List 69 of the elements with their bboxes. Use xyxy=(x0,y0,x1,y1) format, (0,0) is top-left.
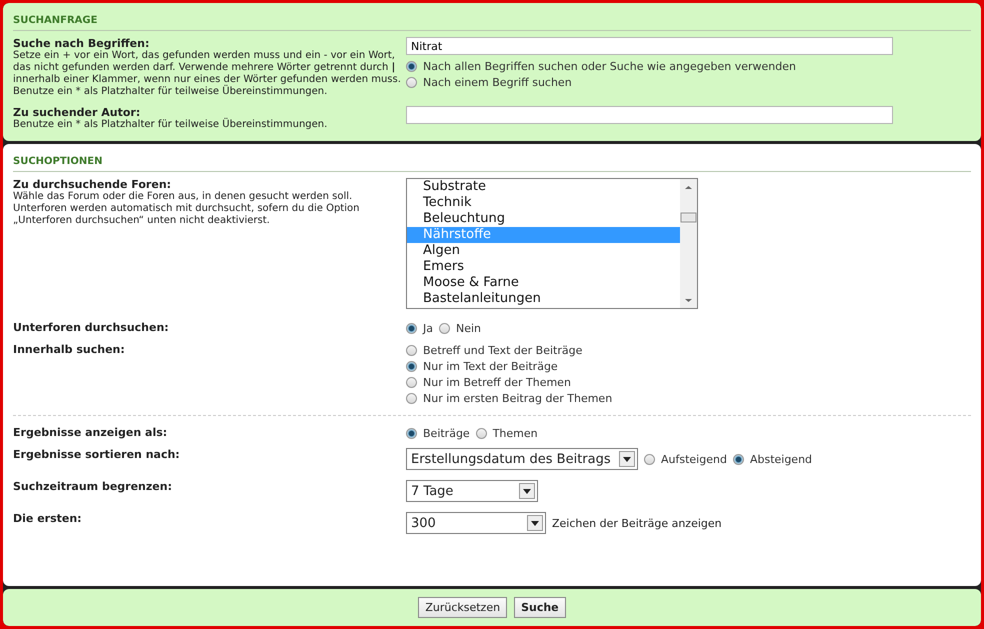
field-label: Ergebnisse anzeigen als: xyxy=(13,426,168,439)
field-label: Suchzeitraum begrenzen: xyxy=(13,480,173,493)
dropdown[interactable]: 7 Tage xyxy=(406,480,538,502)
radio-label: Nein xyxy=(456,322,482,334)
forum-item[interactable]: Emers xyxy=(407,259,680,275)
author-field[interactable] xyxy=(406,106,893,124)
radio-button[interactable] xyxy=(439,322,450,334)
radio-option[interactable]: Nach einem Begriff suchen xyxy=(406,75,965,89)
radio-button[interactable] xyxy=(406,322,417,334)
forum-item[interactable]: Beleuchtung xyxy=(407,211,680,227)
field-label: Ergebnisse sortieren nach: xyxy=(13,448,181,461)
suffix-text: Zeichen der Beiträge anzeigen xyxy=(552,516,722,530)
radio-option[interactable]: Nach allen Begriffen suchen oder Suche wie angegeben verwenden xyxy=(406,59,965,73)
help-text: Wähle das Forum oder die Foren aus, in denen gesucht werden soll. Unterforen werden automatisch mit durchsucht, sofern du die Option „Unterforen durchsuchen“ unten nicht deaktivierst. xyxy=(13,191,360,227)
field-label: Unterforen durchsuchen: xyxy=(13,321,170,334)
caret-icon xyxy=(519,483,535,499)
radio-button[interactable] xyxy=(406,60,417,72)
radio-label: Themen xyxy=(492,426,538,440)
field-label: Zu durchsuchende Foren: xyxy=(13,178,172,191)
radio-label: Nach allen Begriffen suchen oder Suche wie angegeben verwenden xyxy=(423,60,796,72)
radio-button[interactable] xyxy=(406,376,417,388)
forum-item[interactable]: Substrate xyxy=(407,179,680,195)
radio-label: Aufsteigend xyxy=(661,452,727,466)
radio-option[interactable]: Betreff und Text der Beiträge xyxy=(406,343,965,357)
dropdown[interactable]: 300 xyxy=(406,512,546,534)
search-field[interactable]: Nitrat xyxy=(406,37,893,55)
search-button[interactable]: Suche xyxy=(514,597,566,618)
radio-label: Ja xyxy=(423,322,433,334)
radio-button[interactable] xyxy=(406,360,417,372)
radio-option[interactable]: Nein xyxy=(439,321,482,335)
help-text: Benutze ein * als Platzhalter für teilweise Übereinstimmungen. xyxy=(13,119,328,131)
field-label: Suche nach Begriffen: xyxy=(13,37,150,50)
radio-option[interactable]: Beiträge xyxy=(406,426,470,440)
forum-item[interactable]: Moose & Farne xyxy=(407,275,680,291)
caret-icon xyxy=(619,451,635,467)
radio-button[interactable] xyxy=(406,428,417,438)
radio-button[interactable] xyxy=(406,76,417,88)
radio-label: Absteigend xyxy=(750,452,812,466)
radio-button[interactable] xyxy=(406,392,417,404)
radio-label: Nach einem Begriff suchen xyxy=(423,76,572,88)
caret-icon xyxy=(527,515,543,531)
field-label: Innerhalb suchen: xyxy=(13,343,126,356)
radio-label: Nur im Text der Beiträge xyxy=(423,360,558,372)
forum-item[interactable]: Algen xyxy=(407,243,680,259)
section-title: SUCHOPTIONEN xyxy=(13,152,971,172)
forum-item[interactable]: Bastelanleitungen xyxy=(407,291,680,307)
help-text: Setze ein + vor ein Wort, das gefunden werden muss und ein - vor ein Wort, das nicht gefunden werden darf. Verwende mehrere Wörter getrennt durch | innerhalb einer Klammer, wenn nur eines der Wörter gefunden werden muss. Benutze ein * als Platzhalter für teilweise Übereinstimmungen. xyxy=(13,50,402,98)
dropdown[interactable]: Erstellungsdatum des Beitrags xyxy=(406,448,638,470)
field-label: Zu suchender Autor: xyxy=(13,106,142,119)
reset-button[interactable]: Zurücksetzen xyxy=(418,597,508,618)
radio-option[interactable]: Ja xyxy=(406,321,433,335)
forum-list[interactable]: Substrate Technik Beleuchtung Nährstoffe Algen Emers Moose & Farne Bastelanleitungen xyxy=(406,178,698,309)
radio-label: Nur im ersten Beitrag der Themen xyxy=(423,392,612,404)
radio-button[interactable] xyxy=(644,454,655,464)
radio-label: Betreff und Text der Beiträge xyxy=(423,344,582,356)
radio-option[interactable]: Themen xyxy=(476,426,538,440)
radio-button[interactable] xyxy=(732,454,744,464)
field-label: Die ersten: xyxy=(13,512,83,525)
radio-button[interactable] xyxy=(406,344,417,356)
radio-option[interactable]: Nur im ersten Beitrag der Themen xyxy=(406,391,965,405)
radio-label: Nur im Betreff der Themen xyxy=(423,376,571,388)
radio-button[interactable] xyxy=(476,428,487,438)
radio-option[interactable]: Nur im Betreff der Themen xyxy=(406,375,965,389)
radio-label: Beiträge xyxy=(423,426,470,440)
radio-option[interactable]: Absteigend xyxy=(732,452,812,466)
radio-option[interactable]: Nur im Text der Beiträge xyxy=(406,359,965,373)
radio-option[interactable]: Aufsteigend xyxy=(644,452,727,466)
section-title: SUCHANFRAGE xyxy=(13,11,971,31)
forum-item[interactable]: Technik xyxy=(407,195,680,211)
